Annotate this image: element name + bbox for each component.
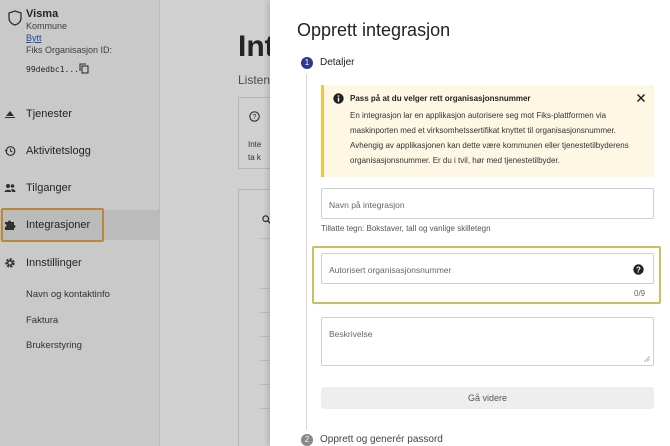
copy-icon[interactable] (79, 63, 89, 74)
info-icon (333, 93, 344, 104)
stepper-line (306, 74, 307, 430)
next-button[interactable]: Gå videre (321, 387, 654, 409)
org-number-field[interactable]: Autorisert organisasjonsnummer ? (321, 253, 654, 284)
sidebar-item-tjenester[interactable]: Tjenester (0, 99, 160, 129)
sidebar-subitem-brukerstyring[interactable]: Brukerstyring (26, 340, 82, 351)
services-icon (5, 111, 15, 118)
resize-handle-icon[interactable] (644, 356, 650, 362)
info-card-text: Inte ta k (248, 140, 262, 162)
gear-icon (5, 258, 15, 268)
alert-body: En integrasjon lar en applikasjon autori… (350, 111, 629, 165)
close-icon[interactable] (636, 93, 646, 103)
sidebar: Visma Kommune Bytt Fiks Organisasjon ID:… (0, 0, 160, 446)
switch-org-link[interactable]: Bytt (26, 33, 42, 43)
org-id-label: Fiks Organisasjon ID: (26, 45, 113, 55)
sidebar-item-tilganger[interactable]: Tilganger (0, 173, 160, 203)
main-content: Int Listen ? Inte ta k (160, 0, 299, 446)
org-type: Kommune (26, 21, 68, 31)
org-id: 99dedbc1... (26, 65, 79, 74)
step-label: Detaljer (320, 57, 355, 68)
svg-text:?: ? (636, 265, 641, 274)
help-icon[interactable]: ? (633, 264, 644, 275)
field-placeholder: Navn på integrasjon (329, 200, 405, 210)
sidebar-item-aktivitetslogg[interactable]: Aktivitetslogg (0, 136, 160, 166)
shield-icon (8, 10, 22, 26)
sidebar-item-innstillinger[interactable]: Innstillinger (0, 248, 160, 278)
step-number: 2 (301, 434, 313, 446)
char-counter: 0/9 (634, 289, 646, 298)
help-icon: ? (249, 111, 260, 122)
name-helper-text: Tillatte tegn: Bokstaver, tall og vanlig… (321, 224, 491, 233)
field-placeholder: Autorisert organisasjonsnummer (329, 265, 452, 275)
page-subtitle: Listen (238, 73, 271, 87)
field-placeholder: Beskrivelse (329, 329, 373, 339)
integration-name-field[interactable]: Navn på integrasjon (321, 188, 654, 219)
sidebar-item-label: Tilganger (26, 182, 72, 194)
step-label: Opprett og generér passord (320, 434, 443, 445)
description-field[interactable]: Beskrivelse (321, 317, 654, 366)
sidebar-item-label: Innstillinger (26, 257, 82, 269)
history-icon (4, 146, 16, 156)
sidebar-subitem-navn[interactable]: Navn og kontaktinfo (26, 289, 110, 300)
create-integration-panel: Opprett integrasjon 1 Detaljer Pass på a… (270, 0, 670, 446)
sidebar-item-label: Aktivitetslogg (26, 145, 91, 157)
highlight-box (1, 208, 104, 242)
panel-title: Opprett integrasjon (297, 20, 451, 40)
svg-text:?: ? (253, 114, 257, 121)
sidebar-item-label: Tjenester (26, 108, 72, 120)
sidebar-subitem-faktura[interactable]: Faktura (26, 315, 58, 326)
people-icon (4, 184, 16, 192)
warning-alert: Pass på at du velger rett organisasjonsn… (321, 85, 654, 177)
step-number: 1 (301, 57, 313, 69)
alert-title: Pass på at du velger rett organisasjonsn… (350, 94, 531, 103)
org-name: Visma (26, 8, 59, 20)
